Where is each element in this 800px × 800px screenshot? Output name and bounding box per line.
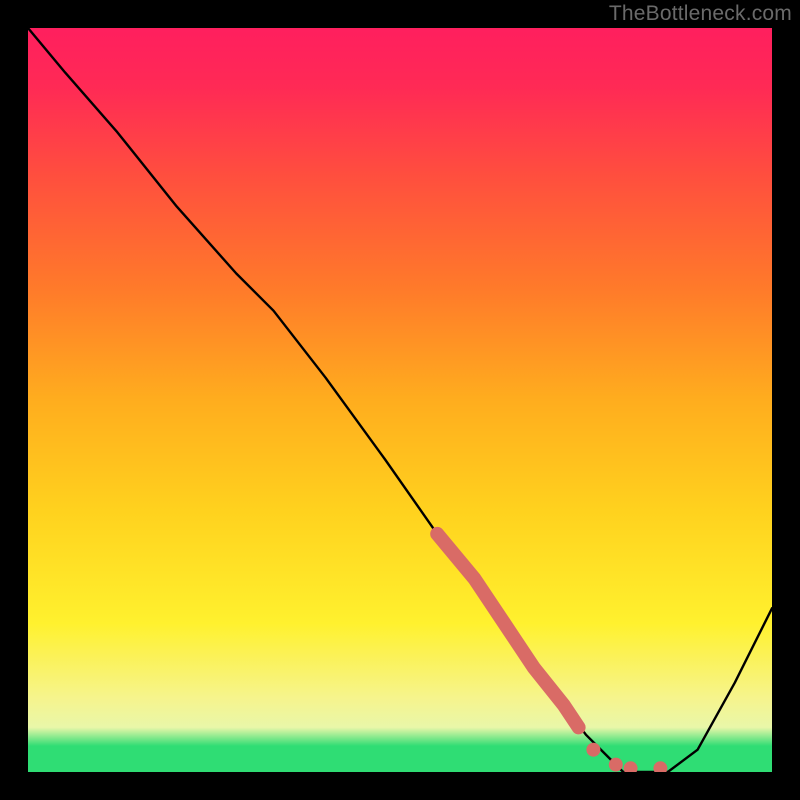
curve-layer [28,28,772,772]
highlight-dot [586,743,600,757]
chart-canvas: TheBottleneck.com [0,0,800,800]
highlight-dot [624,761,638,772]
highlight-segment [437,534,578,728]
watermark-text: TheBottleneck.com [609,2,792,26]
bottleneck-curve [28,28,772,772]
plot-area [28,28,772,772]
highlight-dot [653,761,667,772]
highlight-dots [586,743,667,772]
highlight-dot [609,758,623,772]
